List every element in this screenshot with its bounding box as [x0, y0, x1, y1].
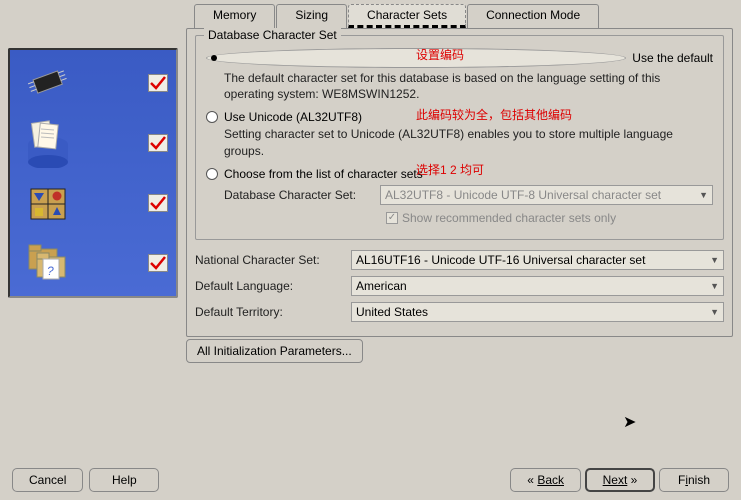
chevron-down-icon[interactable]: ▼: [710, 281, 719, 291]
tab-panel: Database Character Set Use the default 设…: [186, 28, 733, 337]
lang-value: American: [356, 279, 407, 293]
dbcs-value: AL32UTF8 - Unicode UTF-8 Universal chara…: [385, 188, 661, 202]
check-icon: [148, 134, 168, 152]
annotation-2: 此编码较为全，包括其他编码: [416, 106, 572, 123]
annotation-3: 选择1 2 均可: [416, 161, 484, 178]
step-connmode: ?: [14, 238, 172, 288]
step-memory: [14, 58, 172, 108]
tab-connection-mode[interactable]: Connection Mode: [467, 4, 599, 28]
desc-use-default: The default character set for this datab…: [224, 70, 713, 102]
check-icon: [148, 74, 168, 92]
radio-use-unicode-label: Use Unicode (AL32UTF8): [224, 110, 362, 124]
step-sizing: [14, 118, 172, 168]
step-charsets: [14, 178, 172, 228]
check-icon: [148, 254, 168, 272]
chevron-down-icon[interactable]: ▼: [710, 307, 719, 317]
group-title: Database Character Set: [204, 28, 341, 42]
lang-select[interactable]: American ▼: [351, 276, 724, 296]
terr-select[interactable]: United States ▼: [351, 302, 724, 322]
tab-character-sets[interactable]: Character Sets: [348, 4, 466, 28]
finish-button[interactable]: Finish: [659, 468, 729, 492]
finish-label: Finish: [678, 473, 710, 487]
terr-label: Default Territory:: [195, 305, 345, 319]
check-icon: [148, 194, 168, 212]
cancel-button[interactable]: Cancel: [12, 468, 83, 492]
shapes-icon: [18, 178, 78, 228]
cursor-icon: ➤: [623, 412, 636, 432]
tabs: Memory Sizing Character Sets Connection …: [186, 4, 733, 28]
radio-use-default-label: Use the default: [632, 51, 713, 65]
radio-use-unicode[interactable]: [206, 111, 218, 123]
dbcs-select: AL32UTF8 - Unicode UTF-8 Universal chara…: [380, 185, 713, 205]
tab-memory[interactable]: Memory: [194, 4, 275, 28]
ncs-select[interactable]: AL16UTF16 - Unicode UTF-16 Universal cha…: [351, 250, 724, 270]
lang-label: Default Language:: [195, 279, 345, 293]
group-db-charset: Database Character Set Use the default 设…: [195, 35, 724, 240]
annotation-1: 设置编码: [416, 46, 464, 63]
terr-value: United States: [356, 305, 428, 319]
chevron-down-icon[interactable]: ▼: [710, 255, 719, 265]
tab-sizing[interactable]: Sizing: [276, 4, 347, 28]
back-label: Back: [537, 473, 564, 487]
radio-choose-list[interactable]: [206, 168, 218, 180]
all-init-params-button[interactable]: All Initialization Parameters...: [186, 339, 363, 363]
sidebar: ?: [8, 4, 178, 363]
ncs-label: National Character Set:: [195, 253, 345, 267]
chevron-down-icon: ▼: [699, 190, 708, 200]
show-recommended-checkbox: ✓: [386, 212, 398, 224]
svg-text:?: ?: [47, 264, 54, 278]
help-button[interactable]: Help: [89, 468, 159, 492]
documents-icon: [18, 118, 78, 168]
dbcs-label: Database Character Set:: [224, 188, 374, 202]
next-button[interactable]: Next »: [585, 468, 655, 492]
ncs-value: AL16UTF16 - Unicode UTF-16 Universal cha…: [356, 253, 645, 267]
back-button[interactable]: « Back: [510, 468, 581, 492]
chip-icon: [18, 58, 78, 108]
show-recommended-label: Show recommended character sets only: [402, 211, 616, 225]
next-label: Next: [603, 473, 628, 487]
radio-choose-list-label: Choose from the list of character sets: [224, 167, 423, 181]
folders-icon: ?: [18, 238, 78, 288]
desc-use-unicode: Setting character set to Unicode (AL32UT…: [224, 126, 713, 158]
